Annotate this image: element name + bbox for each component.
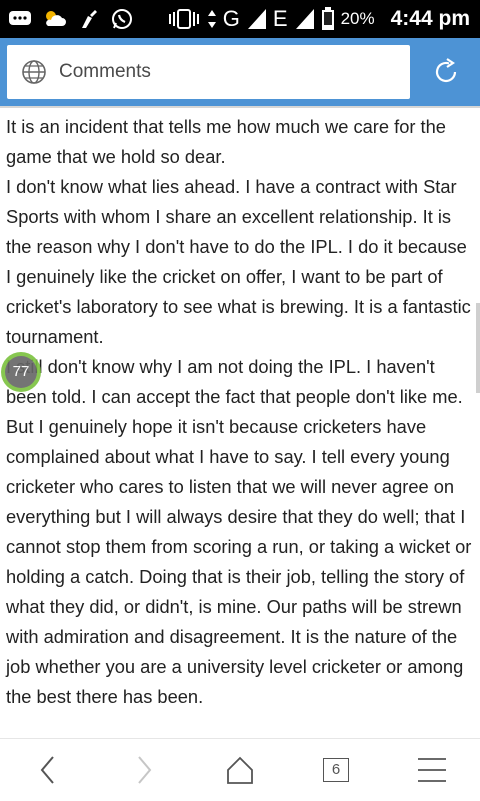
tabs-icon: 6 (323, 758, 349, 782)
clock: 4:44 pm (390, 7, 470, 30)
chevron-right-icon (138, 756, 152, 784)
forward-button[interactable] (104, 739, 184, 801)
notification-icons (8, 8, 134, 30)
scrollbar-thumb[interactable] (476, 303, 480, 393)
floating-badge[interactable]: 77 (1, 352, 41, 392)
bottom-nav-bar: 6 (0, 738, 480, 801)
badge-count: 77 (5, 356, 37, 388)
paragraph: I don't know what lies ahead. I have a c… (6, 176, 471, 347)
hamburger-menu-icon (418, 758, 446, 782)
clean-icon (78, 8, 100, 30)
browser-toolbar: Comments (0, 38, 480, 106)
vibrate-icon (167, 8, 201, 30)
page-title: Comments (59, 61, 151, 82)
network-type-label: G (222, 6, 241, 31)
battery-icon (321, 7, 335, 30)
menu-button[interactable] (392, 739, 472, 801)
page-content[interactable]: It is an incident that tells me how much… (0, 108, 480, 738)
address-bar[interactable]: Comments (7, 45, 410, 99)
signal-icon (247, 8, 267, 30)
tab-count: 6 (331, 761, 341, 778)
message-icon (8, 8, 32, 30)
comment-text: It is an incident that tells me how much… (6, 112, 476, 712)
whatsapp-icon (110, 8, 134, 30)
chevron-left-icon (40, 756, 54, 784)
home-button[interactable] (200, 739, 280, 801)
network-type-label-2: E (272, 6, 289, 31)
back-button[interactable] (8, 739, 88, 801)
system-icons: G E 20% 4:44 pm (167, 0, 470, 38)
paragraph: I still don't know why I am not doing th… (6, 356, 472, 707)
signal-icon-2 (295, 8, 315, 30)
globe-icon (22, 60, 46, 84)
data-sync-icon (207, 8, 217, 30)
paragraph: It is an incident that tells me how much… (6, 116, 446, 167)
tabs-button[interactable]: 6 (296, 739, 376, 801)
home-icon (227, 756, 253, 784)
status-bar: G E 20% 4:44 pm (0, 0, 480, 38)
refresh-icon[interactable] (431, 57, 461, 87)
weather-icon (42, 8, 68, 30)
battery-percent: 20% (340, 9, 375, 28)
